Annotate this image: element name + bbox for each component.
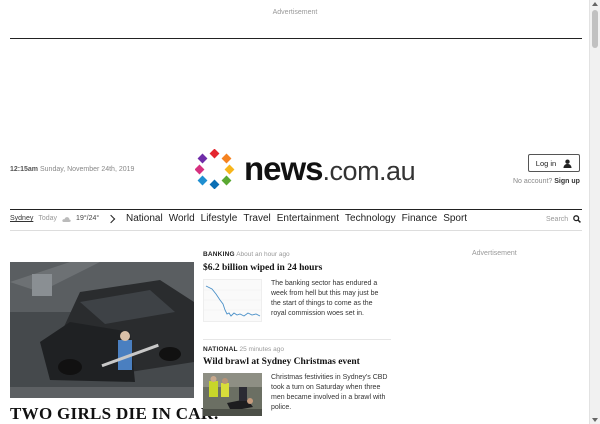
weather-temps: 19°/24°: [76, 215, 100, 222]
logo-main-text: news: [244, 150, 324, 187]
story-headline[interactable]: $6.2 billion wiped in 24 hours: [203, 263, 322, 273]
story-thumbnail[interactable]: [203, 279, 262, 322]
nav-bottom-divider: [10, 230, 582, 231]
nav-item-technology[interactable]: Technology: [345, 213, 396, 224]
top-advertisement-label: Advertisement: [272, 9, 318, 16]
search-label: Search: [546, 215, 569, 223]
no-account-text: No account?: [513, 178, 553, 185]
main-nav: National World Lifestyle Travel Entertai…: [126, 213, 467, 224]
date-time: 12:15am Sunday, November 24th, 2019: [10, 166, 134, 173]
logo-domain-text: .com.au: [322, 156, 416, 186]
weather-widget[interactable]: Sydney Today 19°/24°: [10, 214, 116, 223]
story-kicker: BANKING About an hour ago: [203, 251, 290, 258]
nav-item-world[interactable]: World: [169, 213, 195, 224]
top-divider: [10, 38, 582, 39]
nav-item-national[interactable]: National: [126, 213, 163, 224]
story-divider: [203, 339, 391, 340]
cloud-icon: [62, 216, 71, 222]
scroll-thumb[interactable]: [592, 10, 598, 48]
brawl-photo-thumbnail: [203, 373, 262, 416]
stock-chart-thumbnail: [204, 285, 261, 317]
hero-headline[interactable]: TWO GIRLS DIE IN CAR:: [10, 404, 219, 424]
story-summary: Christmas festivities in Sydney's CBD to…: [271, 374, 388, 411]
nav-item-sport[interactable]: Sport: [443, 213, 467, 224]
login-button-label: Log in: [535, 158, 557, 168]
nav-item-travel[interactable]: Travel: [243, 213, 270, 224]
story-thumbnail[interactable]: [203, 373, 262, 416]
side-advertisement-label: Advertisement: [472, 250, 517, 257]
story-kicker: NATIONAL 25 minutes ago: [203, 346, 284, 353]
story-time: 25 minutes ago: [239, 346, 284, 353]
news-logo-dots-icon[interactable]: [195, 149, 237, 189]
weather-day: Today: [38, 215, 58, 222]
signup-link[interactable]: Sign up: [554, 178, 580, 185]
nav-top-divider: [10, 209, 582, 210]
hero-photo: [10, 262, 194, 398]
search-icon: [573, 215, 582, 223]
story-category[interactable]: BANKING: [203, 251, 235, 258]
story-summary: The banking sector has endured a week fr…: [271, 280, 379, 317]
nav-item-finance[interactable]: Finance: [402, 213, 438, 224]
scroll-up-arrow-icon[interactable]: [592, 2, 598, 6]
weather-city[interactable]: Sydney: [10, 215, 33, 222]
login-button[interactable]: Log in: [528, 154, 580, 172]
user-icon: [563, 159, 572, 168]
scroll-down-arrow-icon[interactable]: [592, 418, 598, 422]
news-logo[interactable]: news.com.au: [244, 150, 416, 190]
search-button[interactable]: Search: [546, 215, 582, 223]
story-time: About an hour ago: [236, 251, 290, 258]
nav-item-entertainment[interactable]: Entertainment: [277, 213, 339, 224]
scrollbar[interactable]: [589, 0, 600, 424]
current-date: Sunday, November 24th, 2019: [39, 166, 135, 173]
current-time: 12:15am: [10, 166, 39, 173]
signup-prompt: No account? Sign up: [513, 178, 580, 185]
hero-image[interactable]: [10, 262, 194, 398]
story-headline[interactable]: Wild brawl at Sydney Christmas event: [203, 357, 360, 367]
chevron-right-icon[interactable]: [106, 214, 116, 223]
story-category[interactable]: NATIONAL: [203, 346, 238, 353]
nav-item-lifestyle[interactable]: Lifestyle: [201, 213, 238, 224]
